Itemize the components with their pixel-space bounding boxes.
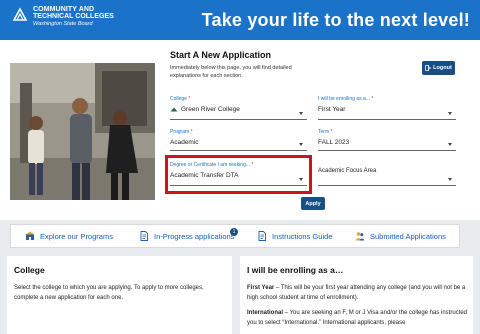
college-panel-title: College: [14, 265, 45, 275]
building-icon: [25, 231, 35, 240]
tab-explore-programs[interactable]: Explore our Programs: [25, 225, 113, 247]
apply-button[interactable]: Apply: [301, 197, 325, 210]
in-progress-count-badge: 1: [230, 228, 238, 236]
chevron-down-icon: [299, 112, 303, 115]
term-value: FALL 2023: [318, 139, 350, 146]
enrolling-panel-title: I will be enrolling as a…: [247, 265, 344, 275]
enrolling-value: First Year: [318, 106, 346, 113]
logo-line1: COMMUNITY AND: [33, 6, 95, 13]
students-image: [10, 63, 155, 200]
term-label: Term: [318, 129, 330, 135]
chevron-down-icon: [448, 143, 452, 146]
people-icon: [355, 232, 365, 241]
first-year-description: First Year – This will be your first yea…: [247, 285, 466, 301]
tab-label: Explore our Programs: [40, 231, 113, 241]
college-select[interactable]: College * Green River College: [170, 96, 307, 120]
college-logo-icon: [170, 107, 178, 112]
program-select[interactable]: Program * Academic: [170, 129, 307, 151]
tab-submitted-applications[interactable]: Submitted Applications: [355, 225, 446, 247]
tab-instructions-guide[interactable]: Instructions Guide: [257, 225, 332, 247]
site-header: COMMUNITY AND TECHNICAL COLLEGES Washing…: [0, 0, 480, 40]
students-photo: [10, 63, 155, 200]
header-tagline: Take your life to the next level!: [201, 10, 470, 30]
focus-label: Academic Focus Area: [318, 168, 377, 174]
term-select[interactable]: Term * FALL 2023: [318, 129, 456, 151]
focus-area-select[interactable]: Academic Focus Area: [318, 168, 456, 186]
chevron-down-icon: [448, 178, 452, 181]
form-subtitle: Immediately below this page, you will fi…: [170, 65, 292, 80]
logo-line2: TECHNICAL COLLEGES: [33, 13, 114, 21]
sbctc-logo[interactable]: COMMUNITY AND TECHNICAL COLLEGES Washing…: [12, 6, 114, 27]
logo-line3: Washington State Board: [33, 20, 93, 27]
logout-button[interactable]: Logout: [422, 61, 455, 75]
college-panel-text: Select the college to which you are appl…: [14, 285, 204, 301]
tab-label: Instructions Guide: [272, 231, 333, 241]
tab-in-progress[interactable]: In-Progress applications: [139, 225, 234, 247]
logo-mark-icon: [12, 7, 28, 21]
enrolling-as-select[interactable]: I will be enrolling as a... * First Year: [318, 96, 456, 120]
enrolling-label: I will be enrolling as a...: [318, 96, 370, 102]
degree-highlight-box: [165, 155, 312, 194]
enrolling-info-panel: I will be enrolling as a… First Year – T…: [240, 256, 473, 334]
international-description: International – You are seeking an F, M …: [247, 310, 468, 326]
college-info-panel: College Select the college to which you …: [7, 256, 232, 334]
chevron-down-icon: [299, 143, 303, 146]
logout-icon: [425, 65, 432, 71]
document-icon: [140, 231, 148, 241]
form-title: Start A New Application: [170, 50, 272, 60]
tab-label: Submitted Applications: [370, 231, 446, 241]
program-value: Academic: [170, 139, 199, 146]
quick-links-bar: Explore our Programs In-Progress applica…: [10, 224, 460, 248]
college-value: Green River College: [181, 106, 240, 113]
chevron-down-icon: [448, 112, 452, 115]
college-label: College: [170, 96, 187, 102]
document-icon: [258, 231, 266, 241]
program-label: Program: [170, 129, 190, 135]
logout-label: Logout: [433, 65, 452, 71]
tab-label: In-Progress applications: [154, 231, 235, 241]
